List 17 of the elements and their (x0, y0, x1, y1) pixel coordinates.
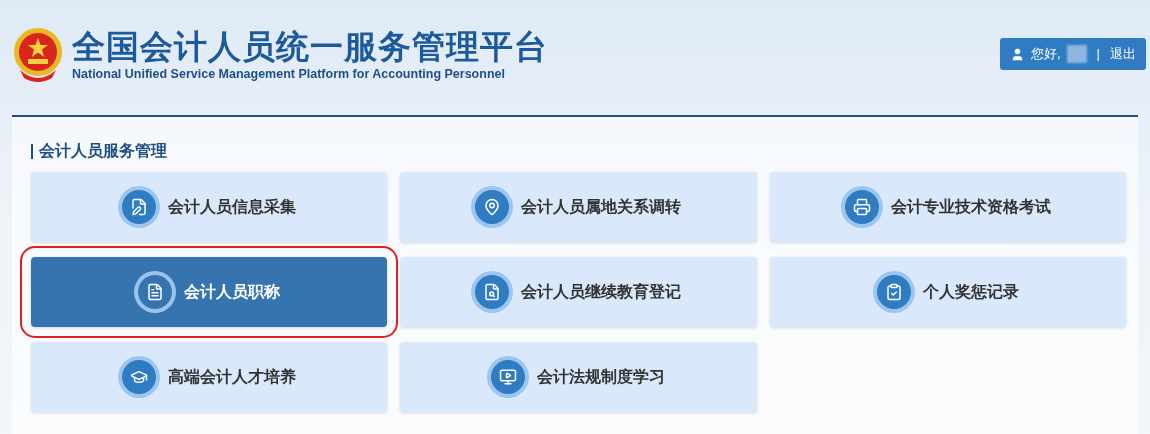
service-tile[interactable]: 会计人员属地关系调转 (400, 172, 757, 242)
emblem-icon (12, 26, 64, 84)
redacted-name (1066, 45, 1087, 63)
service-tile[interactable]: 会计人员职称 (31, 257, 388, 327)
service-tile[interactable]: 个人奖惩记录 (769, 257, 1126, 327)
service-tile[interactable]: 会计专业技术资格考试 (769, 172, 1126, 242)
user-icon (1010, 46, 1025, 62)
logout-button[interactable]: 退出 (1110, 44, 1136, 64)
service-tile[interactable]: 会计人员信息采集 (31, 172, 388, 242)
section-title: 会计人员服务管理 (39, 141, 167, 161)
greeting-text: 您好, (1031, 45, 1061, 64)
service-tile[interactable]: 会计人员继续教育登记 (400, 257, 757, 327)
separator-text: | (1095, 45, 1101, 64)
platform-title: 全国会计人员统一服务管理平台 (72, 28, 548, 66)
platform-subtitle: National Unified Service Management Platform for Accounting Personnel (72, 66, 506, 82)
service-tile[interactable]: 会计法规制度学习 (400, 342, 757, 412)
service-tile[interactable]: 高端会计人才培养 (31, 342, 388, 412)
